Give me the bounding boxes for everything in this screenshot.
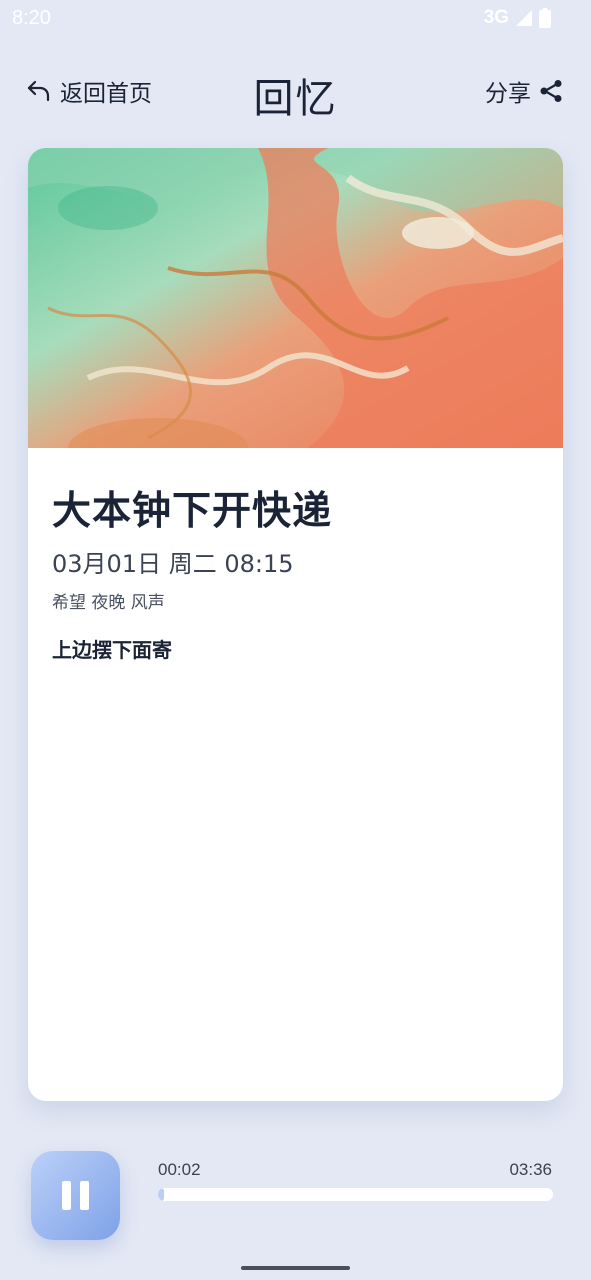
memory-date: 03月01日 周二 08:15 [52, 550, 294, 578]
network-type: 3G [483, 7, 509, 28]
status-time: 8:20 [12, 7, 51, 29]
audio-player: 00:02 03:36 [0, 1140, 591, 1250]
home-indicator[interactable] [241, 1266, 350, 1270]
memory-card: 大本钟下开快递 03月01日 周二 08:15 希望 夜晚 风声 上边摆下面寄 [28, 148, 563, 1101]
share-label: 分享 [485, 81, 531, 107]
status-bar: 8:20 3G [0, 0, 591, 38]
top-bar: 返回首页 回忆 分享 [0, 62, 591, 122]
battery-icon [539, 8, 551, 28]
total-time: 03:36 [509, 1160, 552, 1179]
share-icon [540, 80, 562, 102]
signal-icon [516, 10, 532, 26]
progress-slider[interactable] [158, 1188, 553, 1201]
progress-fill [158, 1188, 164, 1201]
current-time: 00:02 [158, 1160, 201, 1179]
pause-icon [62, 1181, 89, 1210]
memory-tags: 希望 夜晚 风声 [52, 593, 165, 613]
memory-cover-image [28, 148, 563, 448]
memory-content: 上边摆下面寄 [52, 638, 172, 662]
memory-title: 大本钟下开快递 [52, 489, 333, 534]
share-button[interactable]: 分享 [485, 74, 563, 108]
status-indicators: 3G [484, 7, 551, 29]
pause-button[interactable] [31, 1151, 120, 1240]
